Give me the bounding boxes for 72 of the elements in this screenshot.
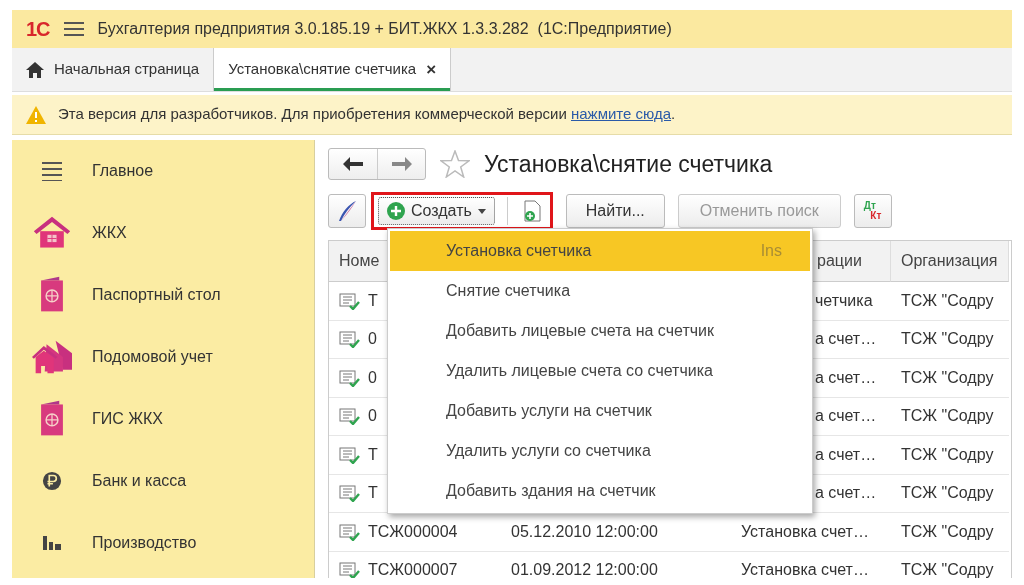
sidebar-item[interactable]: ГИС ЖКХ [12, 388, 314, 450]
forward-arrow-icon [391, 157, 412, 171]
table-cell-text: Т [368, 290, 378, 311]
sidebar-item[interactable]: Подомовой учет [12, 326, 314, 388]
table-cell-text: ТСЖ000007 [368, 560, 458, 578]
sidebar-item[interactable]: Банк и касса [12, 450, 314, 512]
menu-icon [42, 161, 62, 181]
close-button[interactable]: × [426, 56, 437, 83]
table-cell-text: ТСЖ "Содру [901, 560, 994, 578]
table-cell-text: ТСЖ "Содру [901, 521, 994, 542]
table-cell-text: 0 [368, 329, 377, 350]
table-cell-text: 0 [368, 406, 377, 427]
form-title: Установка\снятие счетчика [484, 149, 773, 179]
app-logo: 1С [26, 17, 50, 42]
menu-item[interactable]: Добавить лицевые счета на счетчик [390, 311, 810, 351]
sidebar-item[interactable]: Главное [12, 140, 314, 202]
table-cell-text: Т [368, 444, 378, 465]
document-check-icon [339, 445, 360, 464]
menu-item[interactable]: Установка счетчика Ins [390, 231, 810, 271]
table-cell-text: ТСЖ "Содру [901, 406, 994, 427]
find-button[interactable]: Найти... [565, 194, 665, 228]
menu-item[interactable]: Добавить услуги на счетчик [390, 391, 810, 431]
sidebar-item[interactable]: Паспортный стол [12, 264, 314, 326]
table-cell-text: 0 [368, 367, 377, 388]
document-check-icon [339, 291, 360, 310]
warning-icon [26, 105, 46, 124]
document-check-icon [339, 522, 360, 541]
sidebar-item[interactable]: Производство [12, 512, 314, 574]
factory-icon [43, 536, 61, 550]
table-cell-text: ТСЖ "Содру [901, 483, 994, 504]
menu-item[interactable]: Снятие счетчика [390, 271, 810, 311]
window-title: Бухгалтерия предприятия 3.0.185.19 + БИТ.ЖКХ 1.3.3.282 (1С:Предприятие) [97, 19, 672, 39]
table-cell-text: ТСЖ "Содру [901, 329, 994, 350]
table-cell-text: Установка счет… [741, 521, 869, 542]
table-cell-text: ТСЖ "Содру [901, 367, 994, 388]
notice-text: Эта версия для разработчиков. Для приобретения коммерческой версии нажмите сюда. [58, 104, 676, 125]
tab[interactable]: Установка\снятие счетчика × [214, 48, 452, 91]
star-icon[interactable] [440, 150, 470, 178]
shortcut-hint: Ins [760, 241, 782, 261]
menu-icon[interactable] [63, 21, 84, 37]
back-arrow-icon [343, 157, 363, 171]
document-check-icon [339, 484, 360, 503]
table-cell-text: Т [368, 483, 378, 504]
table-cell-text: а счет… [815, 444, 877, 465]
document-check-icon [339, 561, 360, 578]
table-cell-text: 01.09.2012 12:00:00 [511, 560, 658, 578]
caret-icon [477, 208, 486, 214]
column-header[interactable]: Организация [891, 241, 1009, 282]
table-cell-text: а счет… [815, 406, 877, 427]
menu-item[interactable]: Удалить лицевые счета со счетчика [390, 351, 810, 391]
table-cell-text: Установка счет… [741, 560, 869, 578]
table-cell-text: ТСЖ "Содру [901, 444, 994, 465]
create-button[interactable]: Создать [378, 197, 495, 225]
debit-credit-button[interactable]: Дт Кт [853, 194, 892, 228]
menu-item[interactable]: Добавить здания на счетчик [390, 471, 810, 511]
table-cell-text: четчика [815, 290, 873, 311]
table-cell-text: 05.12.2010 12:00:00 [511, 521, 658, 542]
table-cell-text: ТСЖ "Содру [901, 290, 994, 311]
pen-button[interactable] [328, 194, 366, 228]
table-cell-text: а счет… [815, 483, 877, 504]
home-icon [26, 61, 44, 78]
plus-circle-icon [387, 202, 405, 220]
table-cell-text: ТСЖ000004 [368, 521, 458, 542]
sidebar-item[interactable]: ЖКХ [12, 202, 314, 264]
table-cell-text: а счет… [815, 367, 877, 388]
quill-icon [337, 200, 357, 222]
table-cell-text: а счет… [815, 329, 877, 350]
document-check-icon [339, 330, 360, 349]
document-check-icon [339, 407, 360, 426]
menu-item[interactable]: Удалить услуги со счетчика [390, 431, 810, 471]
document-plus-icon [523, 200, 542, 222]
document-check-icon [339, 368, 360, 387]
